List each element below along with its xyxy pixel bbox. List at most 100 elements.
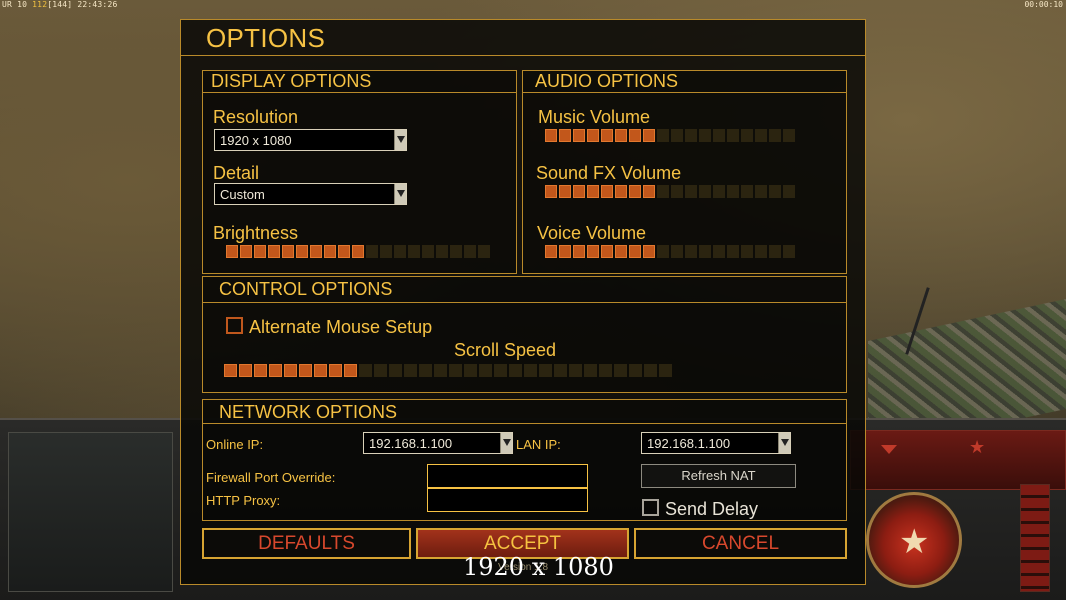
slider-segment[interactable] — [436, 245, 448, 258]
slider-segment[interactable] — [659, 364, 672, 377]
slider-segment[interactable] — [408, 245, 420, 258]
slider-segment[interactable] — [587, 185, 599, 198]
slider-segment[interactable] — [615, 185, 627, 198]
slider-segment[interactable] — [239, 364, 252, 377]
slider-segment[interactable] — [559, 129, 571, 142]
slider-segment[interactable] — [545, 129, 557, 142]
slider-segment[interactable] — [783, 185, 795, 198]
slider-segment[interactable] — [643, 129, 655, 142]
slider-segment[interactable] — [657, 185, 669, 198]
slider-segment[interactable] — [359, 364, 372, 377]
slider-segment[interactable] — [657, 245, 669, 258]
slider-segment[interactable] — [685, 245, 697, 258]
slider-segment[interactable] — [559, 185, 571, 198]
slider-segment[interactable] — [727, 185, 739, 198]
chevron-down-icon[interactable] — [500, 433, 512, 453]
slider-segment[interactable] — [352, 245, 364, 258]
slider-segment[interactable] — [479, 364, 492, 377]
slider-segment[interactable] — [727, 245, 739, 258]
music-volume-slider[interactable] — [545, 129, 795, 142]
slider-segment[interactable] — [601, 245, 613, 258]
slider-segment[interactable] — [524, 364, 537, 377]
slider-segment[interactable] — [629, 364, 642, 377]
alternate-mouse-checkbox[interactable] — [226, 317, 243, 334]
firewall-port-input[interactable] — [427, 464, 588, 488]
slider-segment[interactable] — [644, 364, 657, 377]
slider-segment[interactable] — [657, 129, 669, 142]
slider-segment[interactable] — [599, 364, 612, 377]
slider-segment[interactable] — [601, 185, 613, 198]
slider-segment[interactable] — [671, 245, 683, 258]
voice-volume-slider[interactable] — [545, 245, 795, 258]
slider-segment[interactable] — [643, 185, 655, 198]
slider-segment[interactable] — [226, 245, 238, 258]
slider-segment[interactable] — [713, 185, 725, 198]
slider-segment[interactable] — [338, 245, 350, 258]
slider-segment[interactable] — [685, 185, 697, 198]
slider-segment[interactable] — [741, 245, 753, 258]
slider-segment[interactable] — [422, 245, 434, 258]
slider-segment[interactable] — [741, 185, 753, 198]
slider-segment[interactable] — [643, 245, 655, 258]
resolution-dropdown[interactable]: 1920 x 1080 — [214, 129, 407, 151]
slider-segment[interactable] — [554, 364, 567, 377]
slider-segment[interactable] — [419, 364, 432, 377]
send-delay-checkbox[interactable] — [642, 499, 659, 516]
slider-segment[interactable] — [699, 245, 711, 258]
slider-segment[interactable] — [450, 245, 462, 258]
slider-segment[interactable] — [769, 185, 781, 198]
slider-segment[interactable] — [629, 185, 641, 198]
slider-segment[interactable] — [314, 364, 327, 377]
slider-segment[interactable] — [569, 364, 582, 377]
slider-segment[interactable] — [615, 129, 627, 142]
slider-segment[interactable] — [254, 245, 266, 258]
slider-segment[interactable] — [224, 364, 237, 377]
slider-segment[interactable] — [374, 364, 387, 377]
slider-segment[interactable] — [464, 245, 476, 258]
slider-segment[interactable] — [449, 364, 462, 377]
slider-segment[interactable] — [545, 245, 557, 258]
slider-segment[interactable] — [755, 245, 767, 258]
slider-segment[interactable] — [769, 245, 781, 258]
defaults-button[interactable]: DEFAULTS — [202, 528, 411, 559]
slider-segment[interactable] — [727, 129, 739, 142]
slider-segment[interactable] — [254, 364, 267, 377]
slider-segment[interactable] — [769, 129, 781, 142]
slider-segment[interactable] — [755, 185, 767, 198]
slider-segment[interactable] — [601, 129, 613, 142]
slider-segment[interactable] — [559, 245, 571, 258]
slider-segment[interactable] — [344, 364, 357, 377]
slider-segment[interactable] — [478, 245, 490, 258]
chevron-down-icon[interactable] — [394, 130, 406, 150]
slider-segment[interactable] — [685, 129, 697, 142]
slider-segment[interactable] — [282, 245, 294, 258]
http-proxy-input[interactable] — [427, 488, 588, 512]
slider-segment[interactable] — [587, 245, 599, 258]
slider-segment[interactable] — [587, 129, 599, 142]
slider-segment[interactable] — [366, 245, 378, 258]
chevron-down-icon[interactable] — [778, 433, 790, 453]
slider-segment[interactable] — [269, 364, 282, 377]
brightness-slider[interactable] — [226, 245, 490, 258]
slider-segment[interactable] — [741, 129, 753, 142]
slider-segment[interactable] — [268, 245, 280, 258]
slider-segment[interactable] — [310, 245, 322, 258]
slider-segment[interactable] — [394, 245, 406, 258]
slider-segment[interactable] — [584, 364, 597, 377]
slider-segment[interactable] — [494, 364, 507, 377]
slider-segment[interactable] — [699, 129, 711, 142]
scroll-speed-slider[interactable] — [224, 364, 672, 377]
slider-segment[interactable] — [299, 364, 312, 377]
slider-segment[interactable] — [629, 129, 641, 142]
cancel-button[interactable]: CANCEL — [634, 528, 847, 559]
slider-segment[interactable] — [324, 245, 336, 258]
slider-segment[interactable] — [539, 364, 552, 377]
slider-segment[interactable] — [573, 185, 585, 198]
slider-segment[interactable] — [404, 364, 417, 377]
lan-ip-dropdown[interactable]: 192.168.1.100 — [641, 432, 791, 454]
slider-segment[interactable] — [713, 129, 725, 142]
slider-segment[interactable] — [464, 364, 477, 377]
slider-segment[interactable] — [713, 245, 725, 258]
slider-segment[interactable] — [755, 129, 767, 142]
slider-segment[interactable] — [284, 364, 297, 377]
